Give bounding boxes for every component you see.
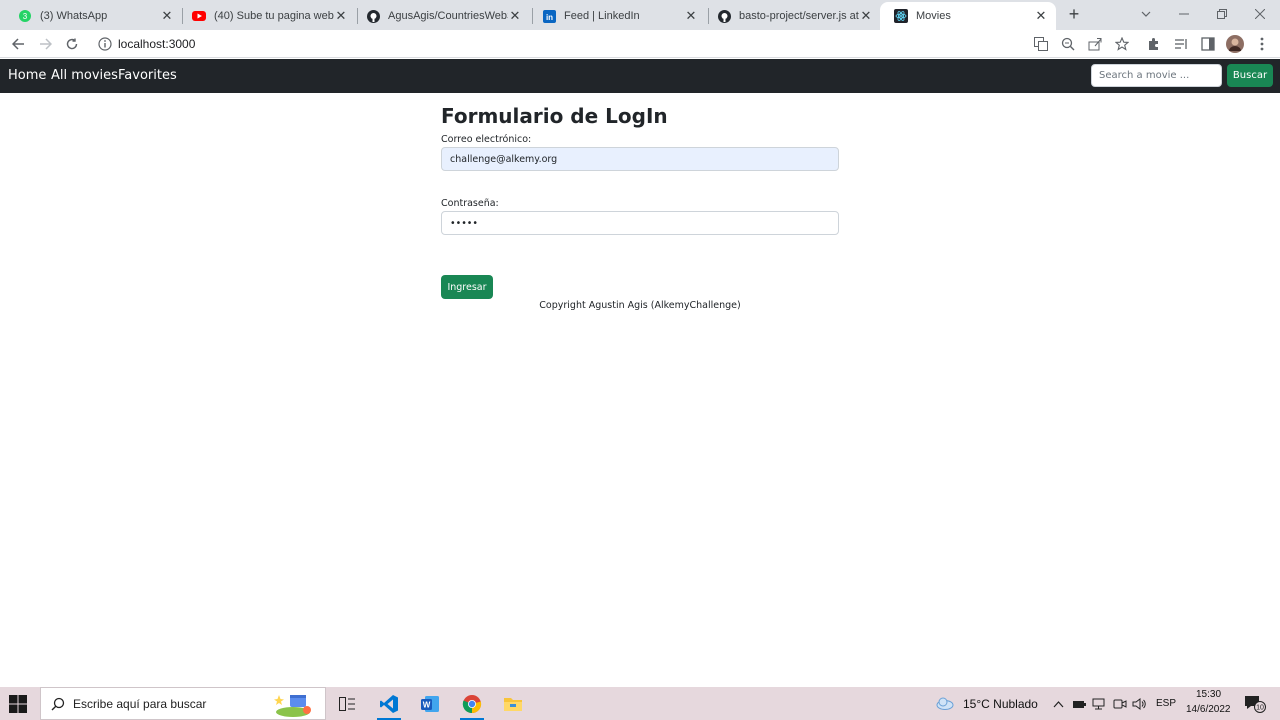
react-icon xyxy=(894,9,908,23)
url-text: localhost:3000 xyxy=(118,37,196,51)
bookmark-star-icon[interactable] xyxy=(1114,36,1130,52)
share-icon[interactable] xyxy=(1087,36,1103,52)
email-field[interactable] xyxy=(441,147,839,171)
close-icon[interactable]: ✕ xyxy=(508,9,522,23)
svg-text:3: 3 xyxy=(23,12,28,21)
nav-link-home[interactable]: Home xyxy=(8,68,46,83)
search-highlight-illustration-icon xyxy=(274,695,311,717)
youtube-icon xyxy=(192,9,206,23)
browser-tab-strip: 3 (3) WhatsApp ✕ (40) Sube tu pagina web… xyxy=(0,0,1280,30)
svg-text:in: in xyxy=(545,13,552,22)
copyright-text: Copyright Agustin Agis (AlkemyChallenge) xyxy=(539,300,741,311)
svg-text:W: W xyxy=(423,700,431,709)
taskbar-search-placeholder: Escribe aquí para buscar xyxy=(73,696,207,711)
close-icon[interactable]: ✕ xyxy=(334,9,348,23)
browser-tab-whatsapp[interactable]: 3 (3) WhatsApp ✕ xyxy=(4,2,182,30)
profile-avatar[interactable] xyxy=(1226,35,1244,53)
svg-text:10: 10 xyxy=(1256,705,1264,712)
linkedin-icon: in xyxy=(542,9,556,23)
password-label: Contraseña: xyxy=(441,198,499,209)
nav-link-all-movies[interactable]: All movies xyxy=(51,68,118,83)
close-icon[interactable]: ✕ xyxy=(160,9,174,23)
close-icon[interactable]: ✕ xyxy=(859,9,873,23)
nav-link-favorites[interactable]: Favorites xyxy=(118,68,177,83)
clock-time[interactable]: 15:30 xyxy=(1196,689,1221,700)
extensions-puzzle-icon[interactable] xyxy=(1146,36,1162,52)
task-view-icon[interactable] xyxy=(329,687,365,720)
battery-icon[interactable] xyxy=(1072,697,1086,715)
more-menu-icon[interactable] xyxy=(1254,36,1270,52)
login-submit-button[interactable]: Ingresar xyxy=(441,275,493,299)
browser-tab-movies[interactable]: Movies ✕ xyxy=(880,2,1056,30)
zoom-icon[interactable] xyxy=(1060,36,1076,52)
tab-title: AgusAgis/CountriesWebSe... xyxy=(388,10,508,22)
reload-icon[interactable] xyxy=(62,34,82,54)
vscode-icon[interactable] xyxy=(371,687,407,720)
translate-icon[interactable] xyxy=(1033,36,1049,52)
browser-toolbar: localhost:3000 xyxy=(0,30,1280,58)
github-icon xyxy=(717,9,731,23)
close-icon[interactable]: ✕ xyxy=(1034,9,1048,23)
taskbar-search-box[interactable]: Escribe aquí para buscar xyxy=(40,687,326,720)
show-hidden-icons-chevron-icon[interactable] xyxy=(1053,697,1064,715)
tab-title: Feed | LinkedIn xyxy=(564,10,640,22)
notifications-icon[interactable]: 10 xyxy=(1244,695,1266,713)
tab-search-chevron-icon[interactable] xyxy=(1127,0,1165,28)
file-explorer-icon[interactable] xyxy=(495,687,531,720)
browser-tab-github-countries[interactable]: AgusAgis/CountriesWebSe... ✕ xyxy=(352,2,530,30)
cloudy-weather-icon xyxy=(935,696,955,712)
tab-title: basto-project/server.js at m... xyxy=(739,10,859,22)
word-icon[interactable]: W xyxy=(412,687,448,720)
network-icon[interactable] xyxy=(1092,697,1106,715)
windows-start-icon[interactable] xyxy=(9,695,27,713)
site-info-icon[interactable] xyxy=(98,37,112,51)
tab-title: (3) WhatsApp xyxy=(40,10,108,22)
whatsapp-icon: 3 xyxy=(18,9,32,23)
browser-tab-linkedin[interactable]: in Feed | LinkedIn ✕ xyxy=(528,2,706,30)
windows-taskbar: Escribe aquí para buscar W 15°C Nublado … xyxy=(0,687,1280,720)
back-arrow-icon[interactable] xyxy=(8,34,28,54)
tab-title: Movies xyxy=(916,10,951,22)
minimize-button[interactable] xyxy=(1165,0,1203,28)
meet-now-icon[interactable] xyxy=(1113,697,1127,715)
close-window-button[interactable] xyxy=(1241,0,1279,28)
maximize-button[interactable] xyxy=(1203,0,1241,28)
reading-list-icon[interactable] xyxy=(1173,36,1189,52)
side-panel-icon[interactable] xyxy=(1200,36,1216,52)
new-tab-button[interactable]: + xyxy=(1064,4,1084,24)
input-language[interactable]: ESP xyxy=(1156,698,1176,709)
search-button[interactable]: Buscar xyxy=(1227,64,1273,87)
browser-tab-github-basto[interactable]: basto-project/server.js at m... ✕ xyxy=(703,2,881,30)
close-icon[interactable]: ✕ xyxy=(684,9,698,23)
search-icon xyxy=(51,697,65,710)
app-navbar: Home All movies Favorites Buscar xyxy=(0,59,1280,93)
volume-icon[interactable] xyxy=(1132,697,1146,715)
weather-text[interactable]: 15°C Nublado xyxy=(963,697,1038,711)
address-bar[interactable]: localhost:3000 xyxy=(90,32,1140,56)
github-icon xyxy=(366,9,380,23)
tab-title: (40) Sube tu pagina web a ... xyxy=(214,10,334,22)
clock-date[interactable]: 14/6/2022 xyxy=(1186,704,1231,715)
forward-arrow-icon[interactable] xyxy=(35,34,55,54)
movie-search-input[interactable] xyxy=(1091,64,1222,87)
password-field[interactable] xyxy=(441,211,839,235)
browser-tab-youtube[interactable]: (40) Sube tu pagina web a ... ✕ xyxy=(178,2,356,30)
chrome-icon[interactable] xyxy=(454,687,490,720)
page-title: Formulario de LogIn xyxy=(441,104,668,128)
email-label: Correo electrónico: xyxy=(441,134,532,145)
